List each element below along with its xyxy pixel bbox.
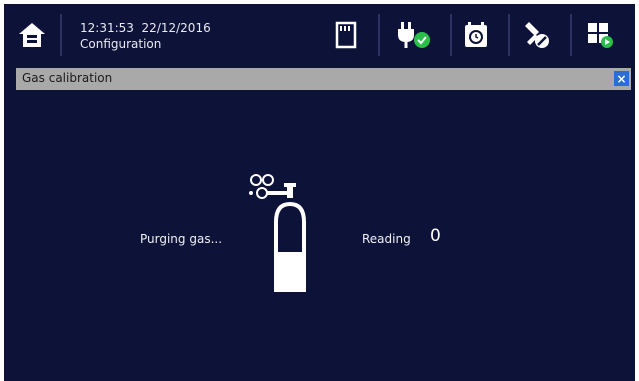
- app-window: 12:31:53 22/12/2016 Configuration Gas ca…: [4, 4, 635, 381]
- sd-card-icon: [335, 21, 357, 49]
- reading-label: Reading: [362, 232, 411, 246]
- reading-value: 0: [430, 226, 441, 246]
- power-ok-icon: [398, 22, 430, 48]
- timer-button[interactable]: [456, 12, 496, 58]
- dialog-body: Purging gas... Reading 0: [16, 90, 631, 381]
- divider: [450, 14, 452, 56]
- tools-button[interactable]: [516, 12, 556, 58]
- power-status-button[interactable]: [388, 12, 438, 58]
- dialog-title: Gas calibration: [22, 71, 113, 85]
- alarm-clock-icon: [465, 22, 487, 47]
- divider: [508, 14, 510, 56]
- home-icon: [19, 23, 45, 47]
- windows-icon: [588, 23, 613, 48]
- divider: [570, 14, 572, 56]
- home-button[interactable]: [12, 12, 52, 58]
- sd-card-button[interactable]: [326, 12, 366, 58]
- datetime: 12:31:53 22/12/2016: [80, 20, 211, 36]
- screen-name: Configuration: [80, 37, 162, 51]
- close-button[interactable]: ×: [614, 71, 629, 86]
- windows-button[interactable]: [580, 12, 620, 58]
- purge-status-label: Purging gas...: [140, 232, 223, 246]
- tools-icon: [525, 22, 549, 48]
- gas-cylinder-icon: [249, 174, 306, 292]
- dialog-titlebar: Gas calibration ×: [16, 68, 631, 90]
- top-status-bar: 12:31:53 22/12/2016 Configuration: [4, 4, 635, 66]
- status-info: 12:31:53 22/12/2016 Configuration: [80, 20, 211, 52]
- time-text: 12:31:53: [80, 21, 134, 35]
- date-text: 22/12/2016: [141, 21, 211, 35]
- divider: [378, 14, 380, 56]
- divider: [60, 14, 62, 56]
